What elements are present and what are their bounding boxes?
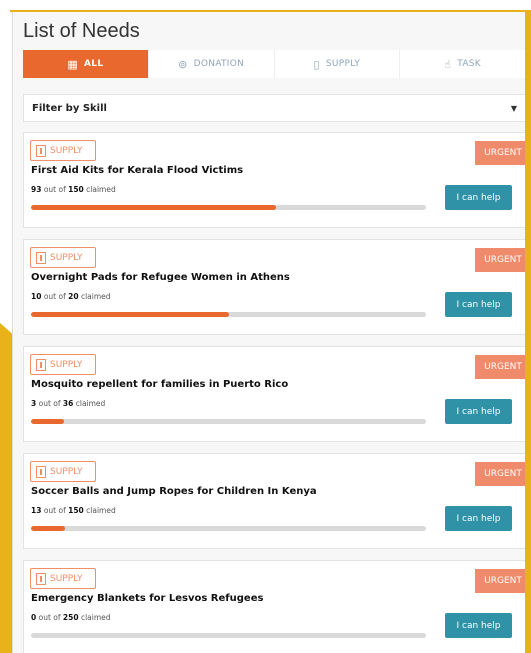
i-can-help-button[interactable]: I can help <box>445 613 512 638</box>
progress-bar <box>31 526 426 531</box>
claimed-suffix: claimed <box>86 506 116 515</box>
box-icon <box>36 572 46 585</box>
tab-supply[interactable]: ▯ SUPPLY <box>275 50 401 78</box>
urgent-tag: URGENT <box>475 355 525 379</box>
claimed-count: 3 out of 36 claimed <box>31 399 105 408</box>
urgent-tag: URGENT <box>475 569 525 593</box>
box-icon <box>36 251 46 264</box>
caret-down-icon: ▼ <box>510 103 517 113</box>
need-title: First Aid Kits for Kerala Flood Victims <box>31 165 244 176</box>
needs-panel: List of Needs ▦ ALL ⊚ DONATION ▯ SUPPLY … <box>12 12 525 653</box>
claimed-value: 0 <box>31 613 37 622</box>
filter-label: Filter by Skill <box>32 102 107 114</box>
category-badge: SUPPLY <box>30 247 96 268</box>
total-value: 36 <box>62 399 74 408</box>
frame-right-stripe <box>525 10 531 653</box>
box-icon <box>36 358 46 371</box>
category-badge: SUPPLY <box>30 568 96 589</box>
out-of-text: out of <box>38 613 61 622</box>
claimed-count: 10 out of 20 claimed <box>31 292 111 301</box>
i-can-help-button[interactable]: I can help <box>445 185 512 210</box>
claimed-suffix: claimed <box>80 292 111 301</box>
total-value: 20 <box>68 292 79 301</box>
tab-label: ALL <box>84 59 104 69</box>
page-title: List of Needs <box>23 20 140 42</box>
need-title: Mosquito repellent for families in Puert… <box>31 379 289 390</box>
need-card: SUPPLY Mosquito repellent for families in… <box>23 346 525 442</box>
claimed-value: 3 <box>31 399 37 408</box>
claimed-value: 13 <box>31 506 42 515</box>
claimed-suffix: claimed <box>80 613 111 622</box>
tab-label: TASK <box>457 59 482 69</box>
need-title: Overnight Pads for Refugee Women in Athe… <box>31 272 290 283</box>
box-icon <box>36 465 46 478</box>
i-can-help-button[interactable]: I can help <box>445 506 512 531</box>
progress-bar <box>31 419 426 424</box>
out-of-text: out of <box>43 292 66 301</box>
need-title: Soccer Balls and Jump Ropes for Children… <box>31 486 317 497</box>
claimed-suffix: claimed <box>75 399 106 408</box>
progress-fill <box>31 419 64 424</box>
category-label: SUPPLY <box>50 359 83 370</box>
progress-fill <box>31 526 66 531</box>
hand-icon: ☝ <box>444 57 452 71</box>
category-label: SUPPLY <box>50 466 83 477</box>
urgent-tag: URGENT <box>475 248 525 272</box>
claimed-count: 0 out of 250 claimed <box>31 613 111 622</box>
out-of-text: out of <box>43 185 66 194</box>
category-badge: SUPPLY <box>30 354 96 375</box>
category-tabs: ▦ ALL ⊚ DONATION ▯ SUPPLY ☝ TASK <box>23 50 525 78</box>
category-badge: SUPPLY <box>30 140 96 161</box>
tab-label: SUPPLY <box>325 59 361 69</box>
tab-all[interactable]: ▦ ALL <box>23 50 149 78</box>
category-label: SUPPLY <box>50 145 83 156</box>
claimed-value: 10 <box>31 292 42 301</box>
claimed-count: 13 out of 150 claimed <box>31 506 116 515</box>
total-value: 250 <box>62 613 79 622</box>
progress-bar <box>31 633 426 638</box>
need-card: SUPPLY First Aid Kits for Kerala Flood Vi… <box>23 132 525 228</box>
progress-fill <box>31 312 229 317</box>
i-can-help-button[interactable]: I can help <box>445 399 512 424</box>
urgent-tag: URGENT <box>475 141 525 165</box>
tab-donation[interactable]: ⊚ DONATION <box>149 50 275 78</box>
need-card: SUPPLY Soccer Balls and Jump Ropes for Ch… <box>23 453 525 549</box>
box-icon: ▯ <box>313 57 320 71</box>
tab-label: DONATION <box>193 59 245 69</box>
coins-icon: ⊚ <box>178 57 188 71</box>
urgent-tag: URGENT <box>475 462 525 486</box>
i-can-help-button[interactable]: I can help <box>445 292 512 317</box>
claimed-suffix: claimed <box>86 185 116 194</box>
out-of-text: out of <box>43 506 66 515</box>
total-value: 150 <box>68 185 84 194</box>
tab-task[interactable]: ☝ TASK <box>400 50 525 78</box>
category-label: SUPPLY <box>50 573 83 584</box>
need-card: SUPPLY Overnight Pads for Refugee Women i… <box>23 239 525 335</box>
out-of-text: out of <box>38 399 61 408</box>
skill-filter-select[interactable]: Filter by Skill ▼ <box>23 94 525 122</box>
progress-fill <box>31 205 276 210</box>
need-card: SUPPLY Emergency Blankets for Lesvos Refu… <box>23 560 525 653</box>
category-badge: SUPPLY <box>30 461 96 482</box>
need-title: Emergency Blankets for Lesvos Refugees <box>31 593 264 604</box>
progress-bar <box>31 312 426 317</box>
claimed-count: 93 out of 150 claimed <box>31 185 116 194</box>
grid-icon: ▦ <box>67 57 79 71</box>
claimed-value: 93 <box>31 185 42 194</box>
category-label: SUPPLY <box>50 252 83 263</box>
progress-bar <box>31 205 426 210</box>
box-icon <box>36 144 46 157</box>
total-value: 150 <box>68 506 84 515</box>
